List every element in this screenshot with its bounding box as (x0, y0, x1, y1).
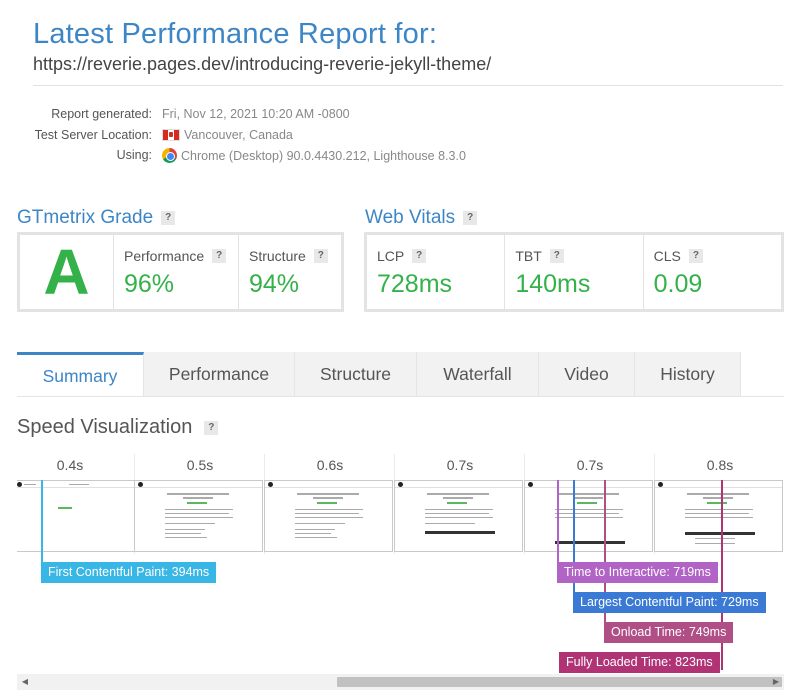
report-url: https://reverie.pages.dev/introducing-re… (33, 54, 492, 74)
grade-heading-text: GTmetrix Grade (17, 207, 154, 228)
tab-waterfall[interactable]: Waterfall (417, 352, 539, 397)
canada-flag-icon (162, 128, 180, 141)
lcp-value: 728ms (377, 270, 453, 298)
structure-value: 94% (249, 270, 300, 298)
using-label: Using: (116, 148, 152, 162)
fully-loaded-marker: Fully Loaded Time: 823ms (559, 652, 720, 673)
chrome-icon (162, 148, 177, 163)
grade-panel: A Performance? 96% Structure? 94% (17, 232, 344, 312)
frame-time: 0.5s (186, 457, 214, 473)
structure-label: Structure (249, 248, 306, 264)
frame-time: 0.4s (56, 457, 84, 473)
onload-line (604, 480, 606, 640)
cls-metric: CLS? 0.09 (644, 235, 781, 309)
tbt-label: TBT (515, 248, 542, 264)
horizontal-scrollbar[interactable]: ◀ ▶ (17, 674, 784, 690)
report-tabs: Summary Performance Structure Waterfall … (17, 352, 741, 397)
grade-letter-box: A (20, 235, 114, 309)
frame-thumbnail[interactable] (17, 480, 142, 552)
tab-performance[interactable]: Performance (144, 352, 295, 397)
tab-structure[interactable]: Structure (295, 352, 417, 397)
frame-thumbnail[interactable] (524, 480, 653, 552)
divider (33, 85, 783, 86)
lcp-metric: LCP? 728ms (367, 235, 506, 309)
help-icon[interactable]: ? (212, 249, 227, 263)
vitals-panel: LCP? 728ms TBT? 140ms CLS? 0.09 (364, 232, 784, 312)
help-icon[interactable]: ? (204, 420, 219, 435)
scrollbar-thumb[interactable] (337, 677, 782, 687)
vitals-heading-text: Web Vitals (365, 207, 456, 228)
generated-value: Fri, Nov 12, 2021 10:20 AM -0800 (162, 107, 350, 121)
speed-heading-text: Speed Visualization (17, 416, 193, 438)
tbt-value: 140ms (515, 270, 591, 298)
help-icon[interactable]: ? (549, 249, 564, 263)
tab-video[interactable]: Video (539, 352, 635, 397)
frame-thumbnail[interactable] (264, 480, 393, 552)
frame-time: 0.7s (576, 457, 604, 473)
frame-thumbnail[interactable] (394, 480, 523, 552)
performance-value: 96% (124, 270, 175, 298)
lcp-label: LCP (377, 248, 405, 264)
tab-history[interactable]: History (635, 352, 741, 397)
tti-marker: Time to Interactive: 719ms (557, 562, 718, 583)
cls-label: CLS (653, 248, 681, 264)
vitals-heading: Web Vitals ? (365, 207, 478, 229)
frame-time: 0.7s (446, 457, 474, 473)
using-value: Chrome (Desktop) 90.0.4430.212, Lighthou… (162, 148, 466, 163)
meta-row-location: Test Server Location: Vancouver, Canada (0, 128, 600, 149)
tab-summary[interactable]: Summary (17, 352, 144, 397)
tbt-metric: TBT? 140ms (505, 235, 644, 309)
frame-thumbnail[interactable] (654, 480, 783, 552)
structure-score: Structure? 94% (239, 235, 341, 309)
arrow-right-icon[interactable]: ▶ (768, 674, 784, 690)
report-meta: Report generated: Fri, Nov 12, 2021 10:2… (0, 107, 600, 169)
arrow-left-icon[interactable]: ◀ (17, 674, 33, 690)
filmstrip: 0.4s 0.5s 0.6s 0.7s 0.7s 0.8s First Cont… (17, 454, 784, 690)
grade-heading: GTmetrix Grade ? (17, 207, 176, 229)
grade-letter: A (43, 236, 90, 308)
performance-label: Performance (124, 248, 205, 264)
fcp-marker: First Contentful Paint: 394ms (41, 562, 217, 583)
location-value: Vancouver, Canada (162, 128, 293, 142)
help-icon[interactable]: ? (161, 211, 176, 225)
tab-divider (17, 396, 784, 397)
meta-row-using: Using: Chrome (Desktop) 90.0.4430.212, L… (0, 148, 600, 169)
help-icon[interactable]: ? (688, 249, 703, 263)
meta-row-generated: Report generated: Fri, Nov 12, 2021 10:2… (0, 107, 600, 128)
lcp-marker: Largest Contentful Paint: 729ms (573, 592, 766, 613)
cls-value: 0.09 (653, 270, 703, 298)
page-title: Latest Performance Report for: (33, 18, 438, 50)
frame-time: 0.8s (706, 457, 734, 473)
speed-heading: Speed Visualization ? (17, 416, 219, 439)
frame-thumbnail[interactable] (134, 480, 263, 552)
using-text: Chrome (Desktop) 90.0.4430.212, Lighthou… (181, 148, 466, 163)
help-icon[interactable]: ? (313, 249, 328, 263)
generated-text: Fri, Nov 12, 2021 10:20 AM -0800 (162, 107, 350, 121)
generated-label: Report generated: (51, 107, 152, 121)
location-label: Test Server Location: (34, 127, 152, 142)
frame-time: 0.6s (316, 457, 344, 473)
performance-score: Performance? 96% (114, 235, 239, 309)
location-text: Vancouver, Canada (184, 127, 293, 142)
help-icon[interactable]: ? (412, 249, 427, 263)
onload-marker: Onload Time: 749ms (604, 622, 734, 643)
help-icon[interactable]: ? (463, 211, 478, 225)
